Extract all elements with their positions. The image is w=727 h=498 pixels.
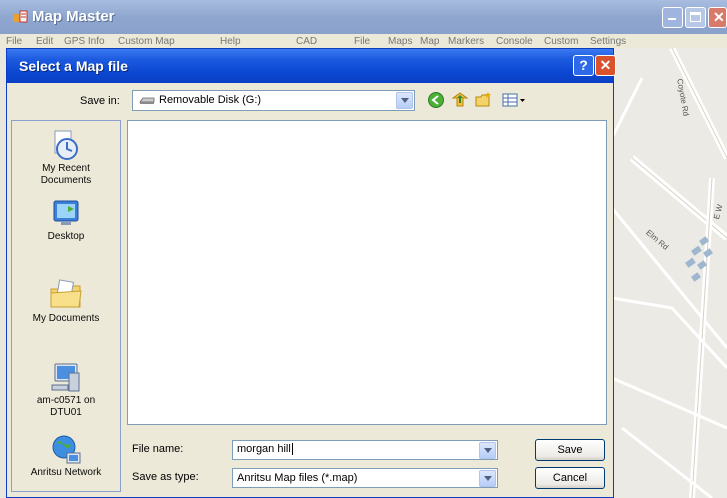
network-icon (52, 435, 81, 464)
map-streets (612, 48, 727, 498)
help-icon: ? (579, 57, 588, 73)
maximize-icon (690, 12, 701, 22)
place-desktop[interactable]: Desktop (12, 197, 120, 243)
place-my-recent-documents[interactable]: My Recent Documents (12, 129, 120, 187)
cancel-button[interactable]: Cancel (535, 467, 605, 489)
save-as-type-label: Save as type: (132, 471, 199, 483)
place-network[interactable]: Anritsu Network (12, 433, 120, 479)
menu-item-maps[interactable]: Maps (388, 36, 412, 47)
place-my-documents[interactable]: My Documents (12, 277, 120, 325)
places-bar: My Recent Documents Desktop My Documents (11, 120, 121, 492)
menu-item-help[interactable]: Help (220, 36, 241, 47)
file-list-view[interactable] (127, 120, 607, 425)
menu-item-file[interactable]: File (6, 36, 22, 47)
close-icon: ✕ (713, 9, 725, 25)
menu-item-map[interactable]: Map (420, 36, 439, 47)
app-close-button[interactable]: ✕ (708, 7, 727, 28)
place-my-computer[interactable]: am-c0571 on DTU01 (12, 361, 120, 419)
menu-item-gps-info[interactable]: GPS Info (64, 36, 105, 47)
chevron-down-icon (484, 448, 492, 453)
back-button[interactable] (427, 91, 445, 109)
app-title-bar: Map Master ✕ (0, 0, 727, 34)
maximize-button[interactable] (685, 7, 706, 28)
chevron-down-icon (484, 476, 492, 481)
minimize-icon (668, 18, 676, 20)
view-menu-button[interactable] (501, 91, 527, 109)
dialog-title-bar[interactable]: Select a Map file ? ✕ (7, 49, 616, 83)
menu-item-file-2[interactable]: File (354, 36, 370, 47)
desktop-icon (53, 200, 79, 225)
save-in-value: Removable Disk (G:) (159, 94, 262, 106)
save-in-dropdown-arrow[interactable] (396, 92, 413, 109)
file-name-label: File name: (132, 443, 184, 455)
file-name-input[interactable]: morgan hill (232, 440, 498, 460)
select-map-file-dialog: Select a Map file ? ✕ Save in: Removable… (6, 48, 616, 498)
removable-disk-icon (139, 97, 155, 104)
dialog-title: Select a Map file (19, 58, 128, 74)
menu-item-settings[interactable]: Settings (590, 36, 626, 47)
menu-item-edit[interactable]: Edit (36, 36, 53, 47)
save-as-type-dropdown-arrow[interactable] (479, 470, 496, 487)
save-button[interactable]: Save (535, 439, 605, 461)
view-menu-icon (502, 93, 525, 107)
app-title: Map Master (32, 8, 115, 25)
help-button[interactable]: ? (573, 55, 594, 76)
my-computer-icon (51, 363, 80, 392)
menu-item-markers[interactable]: Markers (448, 36, 484, 47)
dialog-close-button[interactable]: ✕ (595, 55, 616, 76)
back-arrow-icon (428, 92, 444, 108)
chevron-down-icon (401, 98, 409, 103)
map-view[interactable]: Coyote Rd Elm Rd E W (612, 48, 727, 498)
place-label: Desktop (12, 231, 120, 243)
menu-item-cad[interactable]: CAD (296, 36, 317, 47)
menu-item-custom[interactable]: Custom (544, 36, 578, 47)
new-folder-icon (475, 92, 491, 107)
create-new-folder-button[interactable] (475, 91, 493, 109)
menu-item-custom-map[interactable]: Custom Map (118, 36, 175, 47)
up-one-level-button[interactable] (451, 91, 469, 109)
save-as-type-dropdown[interactable]: Anritsu Map files (*.map) (232, 468, 498, 488)
save-in-dropdown[interactable]: Removable Disk (G:) (132, 90, 415, 111)
recent-documents-icon (54, 130, 78, 160)
app-logo-icon (13, 10, 28, 23)
place-label: My Recent Documents (30, 163, 102, 187)
place-label: Anritsu Network (12, 467, 120, 479)
app-menu-bar: File Edit GPS Info Custom Map Help CAD F… (0, 34, 727, 48)
minimize-button[interactable] (662, 7, 683, 28)
my-documents-icon (50, 279, 82, 308)
menu-item-console[interactable]: Console (496, 36, 533, 47)
file-name-value: morgan hill (237, 443, 291, 455)
save-in-label: Save in: (80, 95, 120, 107)
up-folder-icon (451, 92, 469, 107)
save-as-type-value: Anritsu Map files (*.map) (237, 472, 358, 484)
file-name-dropdown-arrow[interactable] (479, 442, 496, 459)
place-label: My Documents (12, 313, 120, 325)
place-label: am-c0571 on DTU01 (36, 395, 96, 419)
close-icon: ✕ (599, 57, 612, 73)
text-caret (291, 443, 293, 456)
